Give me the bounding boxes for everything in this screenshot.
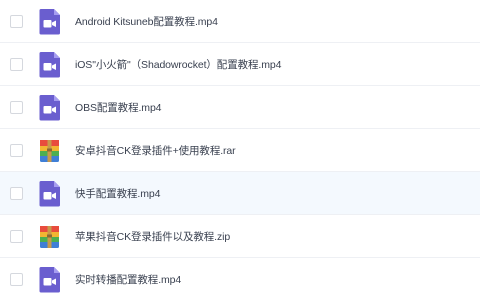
file-row[interactable]: OBS配置教程.mp4 (0, 86, 480, 129)
file-name[interactable]: 苹果抖音CK登录插件以及教程.zip (75, 229, 230, 244)
file-name[interactable]: 实时转播配置教程.mp4 (75, 272, 181, 287)
file-row[interactable]: 苹果抖音CK登录插件以及教程.zip (0, 215, 480, 258)
row-checkbox[interactable] (10, 272, 23, 286)
archive-file-icon (38, 223, 61, 250)
row-checkbox[interactable] (10, 229, 23, 243)
video-file-icon (38, 8, 61, 35)
archive-file-icon (38, 137, 61, 164)
file-row[interactable]: 快手配置教程.mp4 (0, 172, 480, 215)
file-name[interactable]: 快手配置教程.mp4 (75, 186, 160, 201)
file-list: Android Kitsuneb配置教程.mp4 iOS"小火箭"（Shadow… (0, 0, 480, 300)
row-checkbox[interactable] (10, 57, 23, 71)
file-name[interactable]: 安卓抖音CK登录插件+使用教程.rar (75, 143, 236, 158)
video-file-icon (38, 94, 61, 121)
file-row[interactable]: 安卓抖音CK登录插件+使用教程.rar (0, 129, 480, 172)
row-checkbox[interactable] (10, 143, 23, 157)
file-name[interactable]: iOS"小火箭"（Shadowrocket）配置教程.mp4 (75, 57, 281, 72)
video-file-icon (38, 51, 61, 78)
video-file-icon (38, 180, 61, 207)
file-row[interactable]: 实时转播配置教程.mp4 (0, 258, 480, 300)
row-checkbox[interactable] (10, 14, 23, 28)
file-name[interactable]: Android Kitsuneb配置教程.mp4 (75, 14, 218, 29)
file-name[interactable]: OBS配置教程.mp4 (75, 100, 162, 115)
file-row[interactable]: iOS"小火箭"（Shadowrocket）配置教程.mp4 (0, 43, 480, 86)
video-file-icon (38, 266, 61, 293)
row-checkbox[interactable] (10, 100, 23, 114)
row-checkbox[interactable] (10, 186, 23, 200)
file-row[interactable]: Android Kitsuneb配置教程.mp4 (0, 0, 480, 43)
